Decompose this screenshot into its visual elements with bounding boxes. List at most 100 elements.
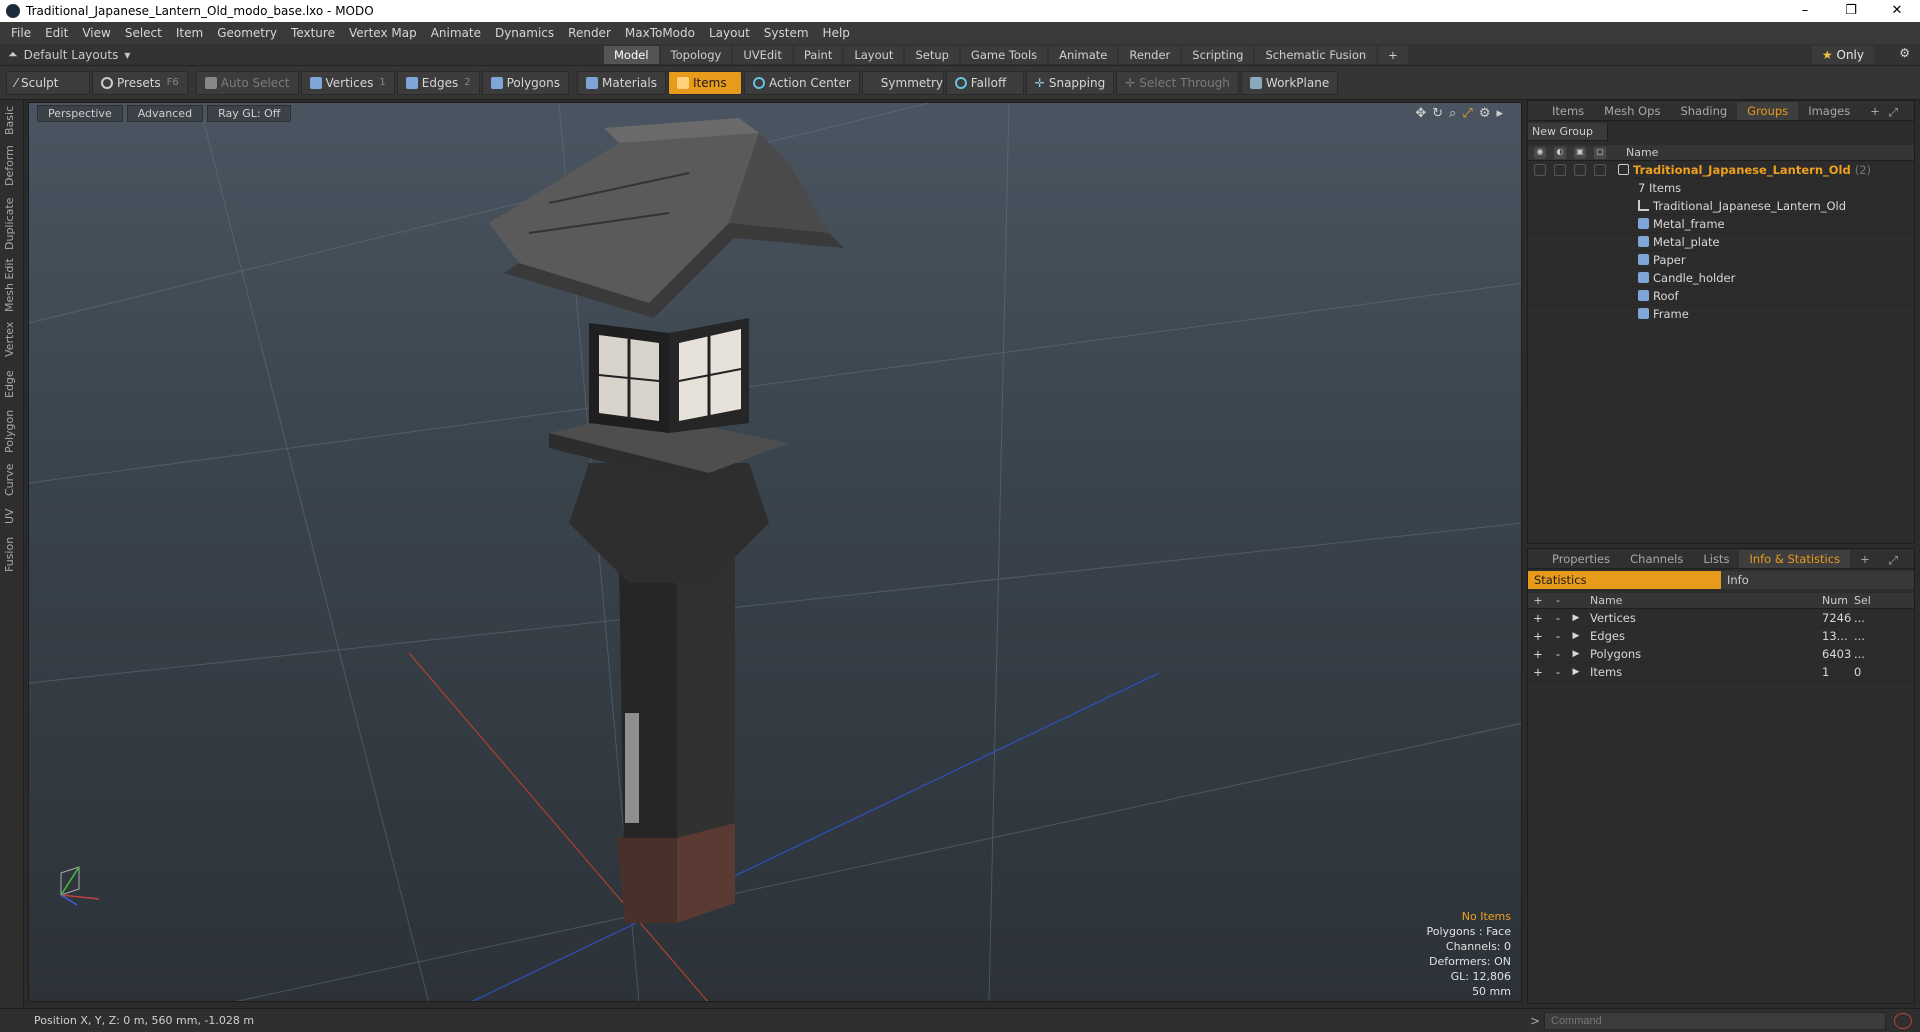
auto-select-button[interactable]: Auto Select	[195, 70, 299, 95]
zoom-view-icon[interactable]: ⌕	[1449, 106, 1456, 121]
add-icon[interactable]: +	[1528, 647, 1548, 661]
expand-arrow-icon[interactable]: ▶	[1568, 667, 1584, 677]
action-center-button[interactable]: Action Center	[744, 70, 860, 95]
tab-setup[interactable]: Setup	[905, 46, 959, 64]
subtab-statistics[interactable]: Statistics	[1528, 571, 1721, 589]
maximize-button[interactable]: ❐	[1828, 0, 1874, 22]
tab-groups[interactable]: Groups	[1737, 101, 1799, 120]
tree-item-row[interactable]: Frame	[1528, 305, 1914, 323]
tab-items[interactable]: Items	[1542, 102, 1594, 120]
expand-panel-icon[interactable]: ⤢	[1879, 103, 1908, 122]
stats-row-polygons[interactable]: + - ▶ Polygons 6403 ...	[1528, 645, 1914, 663]
items-button[interactable]: Items	[668, 70, 742, 95]
add-icon[interactable]: +	[1528, 665, 1548, 679]
remove-icon[interactable]: -	[1548, 665, 1568, 679]
fit-view-icon[interactable]: ⤢	[1462, 106, 1472, 121]
menu-system[interactable]: System	[757, 26, 816, 40]
vtab-deform[interactable]: Deform	[3, 144, 21, 188]
tab-images[interactable]: Images	[1798, 102, 1860, 120]
new-group-button[interactable]: New Group	[1528, 123, 1608, 141]
record-icon[interactable]	[1894, 1013, 1912, 1029]
menu-help[interactable]: Help	[816, 26, 857, 40]
menu-select[interactable]: Select	[118, 26, 169, 40]
tab-schematic-fusion[interactable]: Schematic Fusion	[1255, 46, 1377, 64]
tree-item-row[interactable]: Traditional_Japanese_Lantern_Old	[1528, 197, 1914, 215]
render-toggle[interactable]	[1554, 163, 1566, 176]
add-icon[interactable]: +	[1528, 611, 1548, 625]
tree-item-row[interactable]: Metal_plate	[1528, 233, 1914, 251]
tab-mesh-ops[interactable]: Mesh Ops	[1594, 102, 1670, 120]
command-input[interactable]	[1544, 1012, 1886, 1030]
tab-paint[interactable]: Paint	[793, 46, 843, 64]
visibility-toggle[interactable]	[1534, 163, 1546, 176]
add-panel-tab-icon[interactable]: +	[1850, 550, 1880, 568]
menu-file[interactable]: File	[4, 26, 38, 40]
tab-animate[interactable]: Animate	[1049, 46, 1118, 64]
snapping-button[interactable]: ✛ Snapping	[1025, 70, 1115, 95]
tree-item-row[interactable]: Metal_frame	[1528, 215, 1914, 233]
move-view-icon[interactable]: ✥	[1415, 106, 1426, 121]
tab-game-tools[interactable]: Game Tools	[960, 46, 1048, 64]
view-type-button[interactable]: Perspective	[37, 105, 123, 122]
stats-row-items[interactable]: + - ▶ Items 1 0	[1528, 663, 1914, 681]
presets-button[interactable]: Presets F6	[92, 70, 188, 95]
workplane-button[interactable]: WorkPlane	[1240, 70, 1339, 95]
vtab-uv[interactable]: UV	[3, 504, 21, 528]
subtab-info[interactable]: Info	[1721, 571, 1914, 589]
tab-properties[interactable]: Properties	[1542, 550, 1620, 568]
select-toggle[interactable]	[1594, 163, 1606, 176]
remove-icon[interactable]: -	[1548, 594, 1568, 607]
tab-info-statistics[interactable]: Info & Statistics	[1739, 549, 1851, 568]
group-row[interactable]: Traditional_Japanese_Lantern_Old (2)	[1528, 161, 1914, 179]
falloff-button[interactable]: Falloff	[945, 70, 1024, 95]
lock-toggle[interactable]	[1574, 163, 1586, 176]
stats-row-edges[interactable]: + - ▶ Edges 13... ...	[1528, 627, 1914, 645]
menu-maxtomodo[interactable]: MaxToModo	[618, 26, 702, 40]
menu-layout[interactable]: Layout	[702, 26, 757, 40]
rotate-view-icon[interactable]: ↻	[1432, 106, 1443, 121]
collapse-icon[interactable]: ⏶	[8, 47, 18, 62]
vtab-polygon[interactable]: Polygon	[3, 406, 21, 456]
menu-item[interactable]: Item	[169, 26, 210, 40]
tab-topology[interactable]: Topology	[660, 46, 732, 64]
sculpt-button[interactable]: ⁄ Sculpt	[6, 70, 90, 95]
menu-edit[interactable]: Edit	[38, 26, 75, 40]
vtab-vertex[interactable]: Vertex	[3, 318, 21, 360]
add-icon[interactable]: +	[1528, 629, 1548, 643]
ray-gl-button[interactable]: Ray GL: Off	[207, 105, 292, 122]
vtab-basic[interactable]: Basic	[3, 104, 21, 136]
vtab-curve[interactable]: Curve	[3, 460, 21, 500]
tab-uvedit[interactable]: UVEdit	[733, 46, 792, 64]
viewport-more-icon[interactable]: ▸	[1496, 106, 1503, 121]
select-col-icon[interactable]: ▢	[1594, 146, 1606, 159]
menu-view[interactable]: View	[75, 26, 117, 40]
stats-row-vertices[interactable]: + - ▶ Vertices 7246 ...	[1528, 609, 1914, 627]
tree-item-row[interactable]: Roof	[1528, 287, 1914, 305]
tab-lists[interactable]: Lists	[1693, 550, 1739, 568]
3d-viewport[interactable]: Perspective Advanced Ray GL: Off ✥ ↻ ⌕ ⤢…	[28, 102, 1522, 1002]
tree-item-row[interactable]: Paper	[1528, 251, 1914, 269]
vtab-edge[interactable]: Edge	[3, 366, 21, 402]
visibility-col-icon[interactable]: ◉	[1534, 146, 1546, 159]
menu-geometry[interactable]: Geometry	[210, 26, 284, 40]
materials-button[interactable]: Materials	[576, 70, 666, 95]
expand-arrow-icon[interactable]: ▶	[1568, 649, 1584, 659]
add-icon[interactable]: +	[1528, 594, 1548, 607]
menu-vertex-map[interactable]: Vertex Map	[342, 26, 424, 40]
edges-button[interactable]: Edges 2	[396, 70, 480, 95]
vtab-fusion[interactable]: Fusion	[3, 534, 21, 574]
remove-icon[interactable]: -	[1548, 647, 1568, 661]
expand-panel-icon[interactable]: ⤢	[1879, 551, 1908, 570]
tab-channels[interactable]: Channels	[1620, 550, 1693, 568]
menu-render[interactable]: Render	[561, 26, 618, 40]
vertices-button[interactable]: Vertices 1	[300, 70, 395, 95]
expand-arrow-icon[interactable]: ▶	[1568, 613, 1584, 623]
add-tab-icon[interactable]: +	[1378, 46, 1408, 64]
gear-icon[interactable]: ⚙	[1899, 46, 1910, 60]
remove-icon[interactable]: -	[1548, 611, 1568, 625]
minimize-button[interactable]: –	[1782, 0, 1828, 22]
lock-col-icon[interactable]: ▣	[1574, 146, 1586, 159]
expand-arrow-icon[interactable]: ▶	[1568, 631, 1584, 641]
tab-shading[interactable]: Shading	[1670, 102, 1737, 120]
tab-scripting[interactable]: Scripting	[1182, 46, 1254, 64]
